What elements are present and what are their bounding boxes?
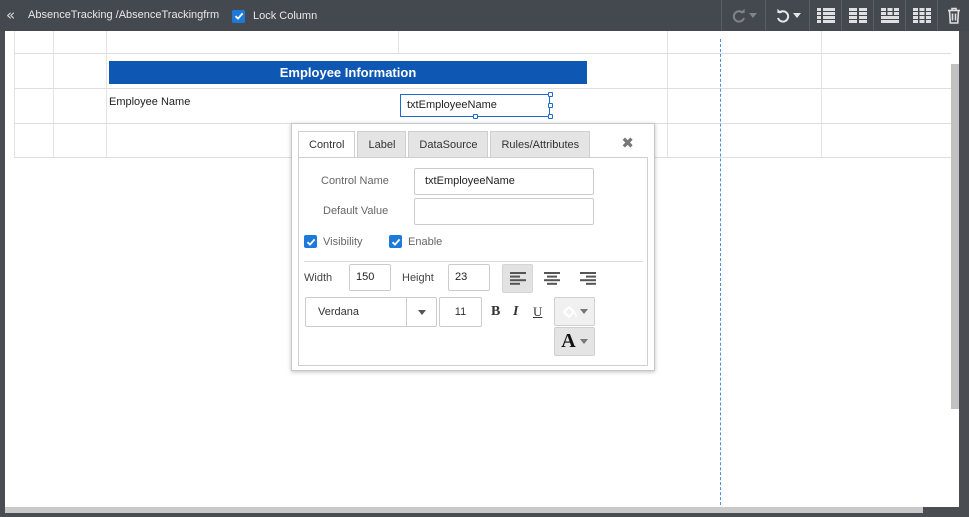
control-properties-popup: Control Label DataSource Rules/Attribute… (291, 123, 655, 371)
paint-bucket-icon (562, 305, 577, 318)
align-center-button[interactable] (536, 264, 567, 293)
font-color-button[interactable]: A (554, 327, 595, 356)
grid-line (667, 31, 668, 158)
grid-line (821, 31, 822, 158)
grid-line (398, 31, 399, 53)
align-left-icon (509, 272, 526, 285)
employee-name-label[interactable]: Employee Name (109, 96, 190, 108)
resize-handle[interactable] (548, 103, 553, 108)
layout-button-4[interactable] (905, 0, 937, 31)
control-tab-panel: Control Name txtEmployeeName Default Val… (298, 157, 648, 366)
delete-button[interactable] (937, 0, 969, 31)
grid-layout-icon (912, 7, 931, 23)
breadcrumb: AbsenceTracking /AbsenceTrackingfrm (28, 9, 220, 21)
lock-column-toggle[interactable]: Lock Column (232, 8, 317, 24)
grid-line (106, 31, 107, 158)
font-family-value: Verdana (318, 306, 359, 318)
lock-column-checkbox[interactable] (232, 9, 245, 23)
height-label: Height (402, 272, 434, 284)
control-name-input[interactable]: txtEmployeeName (414, 168, 594, 195)
visibility-toggle[interactable]: Visibility (304, 235, 363, 248)
resize-handle[interactable] (473, 114, 478, 119)
grid-layout-icon (848, 7, 867, 23)
tab-label[interactable]: Label (357, 131, 407, 158)
control-name-label: Control Name (321, 175, 389, 187)
close-icon[interactable]: ✖ (621, 134, 634, 152)
grid-line (14, 53, 951, 54)
italic-button[interactable]: I (513, 304, 518, 320)
grid-line (14, 31, 15, 158)
undo-icon (776, 8, 789, 23)
font-family-select[interactable]: Verdana (305, 297, 437, 327)
default-value-label: Default Value (323, 205, 389, 217)
font-color-label: A (561, 330, 576, 352)
grid-layout-icon (880, 7, 899, 23)
align-left-button[interactable] (502, 264, 533, 293)
height-input[interactable]: 23 (448, 264, 490, 291)
grid-layout-icon (816, 7, 835, 23)
font-size-input[interactable]: 11 (439, 297, 482, 327)
grid-line (14, 88, 951, 89)
divider (304, 261, 643, 262)
align-right-button[interactable] (572, 264, 603, 293)
width-label: Width (304, 272, 333, 284)
visibility-label: Visibility (323, 235, 363, 248)
section-title-bar[interactable]: Employee Information (109, 61, 587, 84)
bold-button[interactable]: B (491, 304, 500, 320)
align-right-icon (579, 272, 596, 285)
undo-button[interactable] (765, 0, 809, 31)
lock-column-label: Lock Column (253, 10, 318, 22)
enable-checkbox[interactable] (389, 235, 402, 248)
enable-label: Enable (408, 235, 443, 248)
trash-icon (947, 7, 960, 24)
layout-button-3[interactable] (873, 0, 905, 31)
redo-icon (732, 8, 745, 23)
column-guide (720, 39, 721, 507)
double-chevron-left-icon[interactable]: « (6, 7, 20, 23)
underline-button[interactable]: U (533, 304, 542, 320)
layout-button-1[interactable] (809, 0, 841, 31)
fill-color-button[interactable] (554, 297, 595, 326)
horizontal-scrollbar[interactable] (5, 507, 923, 513)
top-toolbar: « AbsenceTracking /AbsenceTrackingfrm Lo… (0, 0, 969, 31)
vertical-scrollbar-thumb[interactable] (951, 64, 959, 409)
properties-tabs: Control Label DataSource Rules/Attribute… (298, 131, 592, 158)
tab-datasource[interactable]: DataSource (408, 131, 489, 158)
width-input[interactable]: 150 (349, 264, 391, 291)
chevron-down-icon[interactable] (406, 298, 436, 326)
enable-toggle[interactable]: Enable (389, 235, 442, 248)
tab-control[interactable]: Control (298, 131, 356, 158)
grid-line (53, 31, 54, 158)
resize-handle[interactable] (548, 114, 553, 119)
resize-handle[interactable] (548, 92, 553, 97)
visibility-checkbox[interactable] (304, 235, 317, 248)
default-value-input[interactable] (414, 198, 594, 225)
redo-button[interactable] (721, 0, 765, 31)
align-center-icon (543, 272, 560, 285)
layout-button-2[interactable] (841, 0, 873, 31)
tab-rules-attributes[interactable]: Rules/Attributes (490, 131, 591, 158)
